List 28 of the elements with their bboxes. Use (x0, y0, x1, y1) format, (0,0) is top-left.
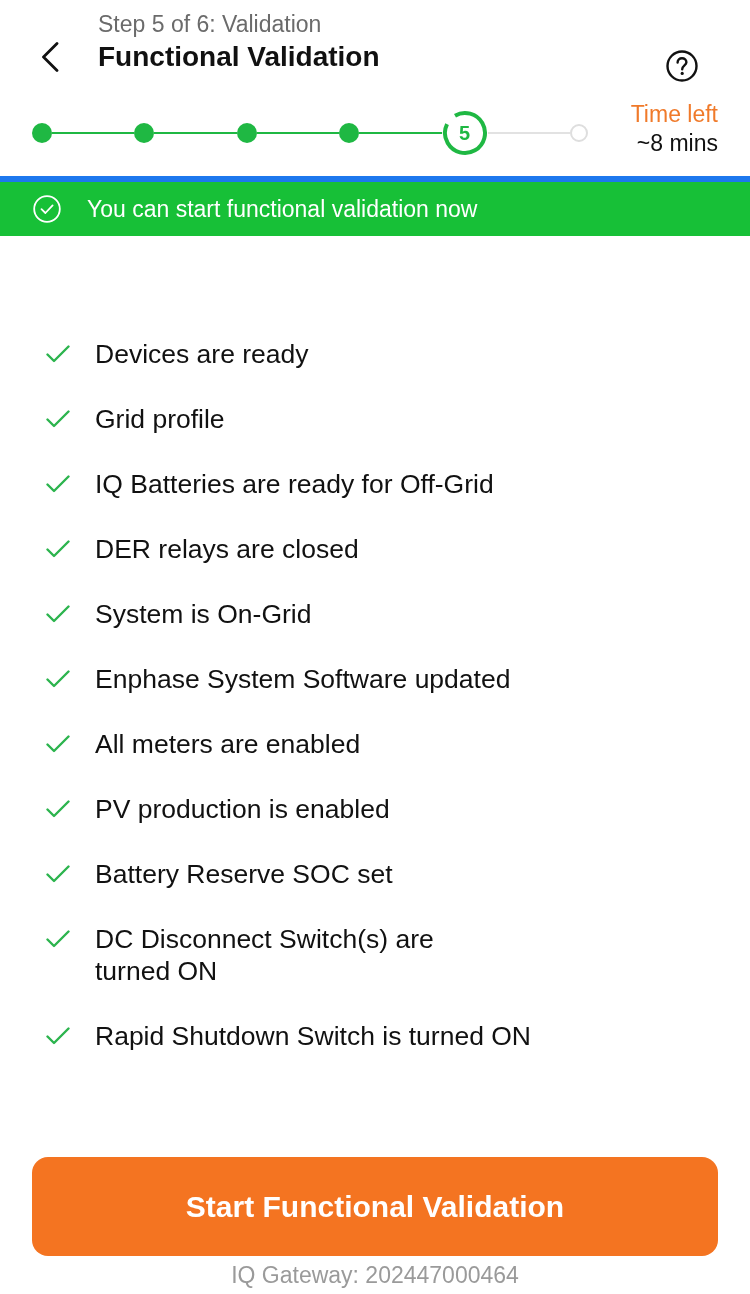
checklist-item-text: IQ Batteries are ready for Off-Grid (95, 467, 494, 500)
banner-text: You can start functional validation now (87, 195, 478, 223)
checklist-item-text: DC Disconnect Switch(s) are turned ON (95, 922, 434, 987)
checklist-item-text: Devices are ready (95, 337, 309, 370)
pending-step-dot (570, 124, 589, 142)
checklist-item-text: Grid profile (95, 402, 225, 435)
checklist-item-text: Rapid Shutdown Switch is turned ON (95, 1019, 531, 1052)
gateway-serial-text: IQ Gateway: 202447000464 (231, 1261, 519, 1289)
help-button[interactable] (666, 50, 698, 82)
checklist-item-text: Enphase System Software updated (95, 662, 511, 695)
time-left-label: Time left (630, 100, 718, 129)
checklist-item-text: DER relays are closed (95, 532, 359, 565)
time-left-value: ~8 mins (636, 129, 718, 158)
start-validation-button[interactable]: Start Functional Validation (32, 1157, 718, 1256)
checklist-item-text: All meters are enabled (95, 727, 361, 760)
page-title: Functional Validation (98, 40, 380, 74)
completed-step-dot (236, 123, 257, 143)
completed-step-dot (134, 123, 155, 143)
step-indicator: Step 5 of 6: Validation (98, 10, 322, 38)
step-number: 5 (459, 122, 471, 144)
checklist-item-text: System is On-Grid (95, 597, 312, 630)
back-chevron-icon (41, 42, 59, 72)
check-circle-icon (33, 195, 61, 223)
help-icon (666, 50, 698, 82)
completed-step-dot (339, 123, 360, 143)
completed-step-dot (32, 123, 52, 143)
checklist-item-text: PV production is enabled (95, 792, 390, 825)
checklist-item-text: Battery Reserve SOC set (95, 857, 393, 890)
